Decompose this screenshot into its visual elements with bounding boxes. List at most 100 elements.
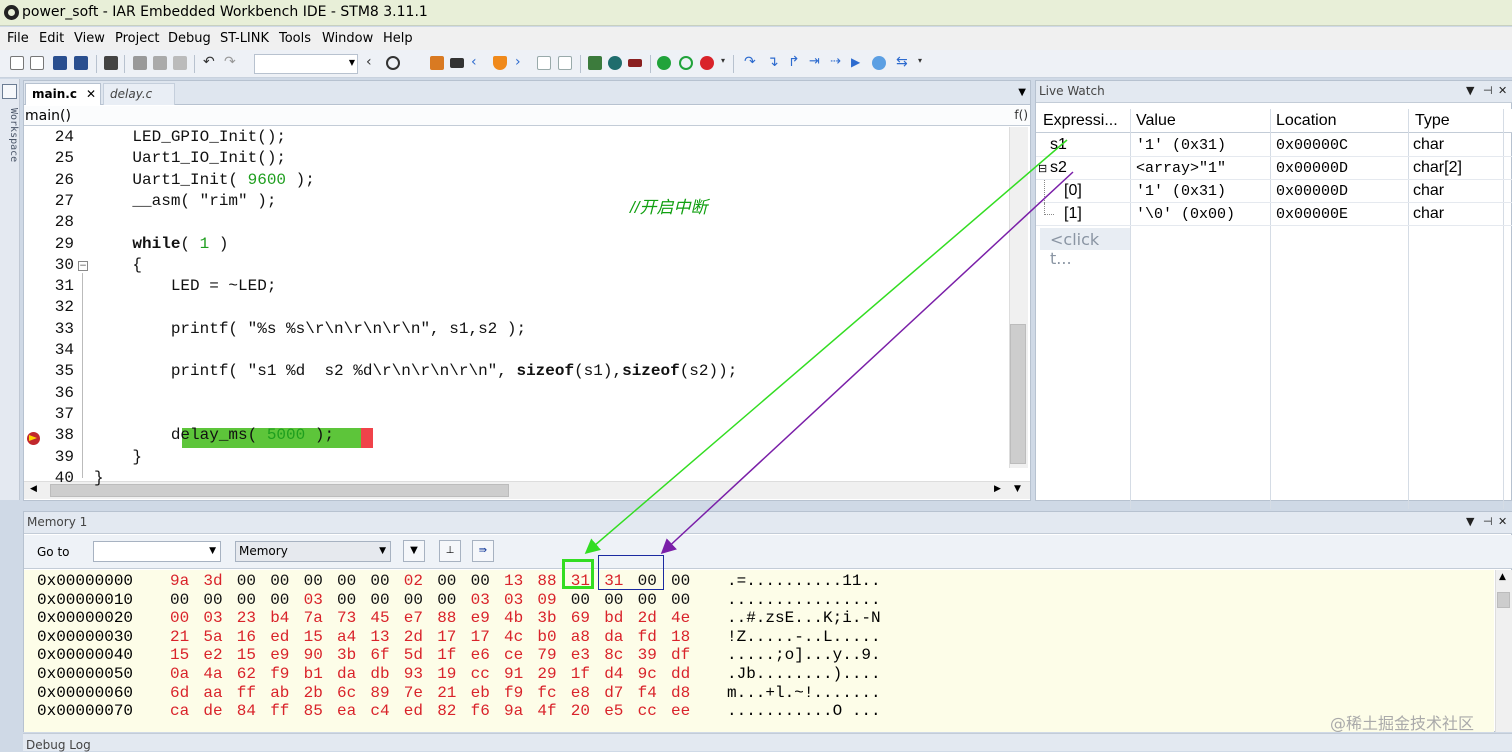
memory-byte[interactable]: e5 [604, 702, 626, 720]
memory-byte[interactable]: da [604, 628, 626, 646]
memory-byte[interactable]: 3b [337, 646, 359, 664]
go-icon[interactable]: ▶ [851, 56, 865, 70]
memory-byte[interactable]: 17 [471, 628, 493, 646]
memory-byte[interactable]: 23 [237, 609, 259, 627]
memory-byte[interactable]: f4 [638, 684, 660, 702]
stop-icon[interactable] [700, 56, 714, 70]
memory-row[interactable]: 0x00000040 15 e2 15 e9 90 3b 6f 5d 1f e6 ce 79 e3 8c 39… [24, 646, 1024, 664]
memory-byte[interactable]: e3 [571, 646, 593, 664]
memory-byte[interactable]: de [203, 702, 225, 720]
step-over-icon[interactable]: ↷ [744, 55, 758, 70]
memory-byte[interactable]: d7 [604, 684, 626, 702]
memory-byte[interactable]: 00 [337, 591, 359, 609]
fold-toggle-icon[interactable]: − [78, 261, 88, 271]
debug-icon[interactable] [588, 56, 602, 70]
memory-byte[interactable]: 00 [437, 572, 459, 590]
memory-byte[interactable]: b4 [270, 609, 292, 627]
workspace-tab-label[interactable]: Workspace [1, 108, 19, 188]
memory-byte[interactable]: 29 [537, 665, 559, 683]
memory-byte[interactable]: 02 [404, 572, 426, 590]
memory-byte[interactable]: 13 [370, 628, 392, 646]
memory-byte[interactable]: 62 [237, 665, 259, 683]
memory-byte[interactable]: 15 [170, 646, 192, 664]
memory-row[interactable]: 0x00000050 0a 4a 62 f9 b1 da db 93 19 cc 91 29 1f d4 9c… [24, 665, 1024, 683]
breakpoint-current-icon[interactable] [27, 432, 40, 445]
memory-byte[interactable]: 6d [170, 684, 192, 702]
debug-without-download-icon[interactable] [608, 56, 622, 70]
memory-byte[interactable]: bd [604, 609, 626, 627]
memory-byte[interactable]: ee [671, 702, 693, 720]
editor-vscroll-thumb[interactable] [1010, 324, 1026, 464]
memory-byte[interactable]: 90 [304, 646, 326, 664]
tab-main-c[interactable]: main.c ✕ [25, 83, 101, 105]
memory-byte[interactable]: d8 [671, 684, 693, 702]
code-line[interactable]: } [94, 469, 104, 487]
memory-row[interactable]: 0x00000070 ca de 84 ff 85 ea c4 ed 82 f6 9a 4f 20 e5 cc… [24, 702, 1024, 720]
memory-save-icon[interactable]: ⇛ [472, 540, 494, 562]
save-icon[interactable] [53, 56, 67, 70]
memory-byte[interactable]: ed [404, 702, 426, 720]
memory-byte[interactable]: 00 [638, 591, 660, 609]
col-location[interactable]: Location [1276, 112, 1337, 130]
memory-byte[interactable]: f9 [504, 684, 526, 702]
memory-byte[interactable]: 85 [304, 702, 326, 720]
memory-byte[interactable]: 17 [437, 628, 459, 646]
memory-byte[interactable]: 13 [504, 572, 526, 590]
scroll-down-icon[interactable]: ▼ [1014, 484, 1021, 494]
memory-row[interactable]: 0x00000060 6d aa ff ab 2b 6c 89 7e 21 eb f9 fc e8 d7 f4… [24, 684, 1024, 702]
copy-icon[interactable] [153, 56, 167, 70]
menu-edit[interactable]: Edit [39, 31, 64, 46]
memory-byte[interactable]: 88 [537, 572, 559, 590]
memory-byte[interactable]: 00 [437, 591, 459, 609]
memory-byte[interactable]: 00 [370, 572, 392, 590]
find-icon[interactable] [386, 56, 400, 70]
run-green-icon[interactable] [657, 56, 671, 70]
code-line[interactable]: Uart1_Init( 9600 ); [94, 171, 314, 189]
memory-byte[interactable]: ab [270, 684, 292, 702]
print-icon[interactable] [104, 56, 118, 70]
watch-row[interactable]: [0] '1' (0x31) 0x00000D char [1036, 180, 1512, 203]
compile-icon[interactable] [537, 56, 551, 70]
col-type[interactable]: Type [1415, 112, 1450, 130]
memory-byte[interactable]: 2d [404, 628, 426, 646]
watch-row[interactable]: [1] '\0' (0x00) 0x00000E char [1036, 203, 1512, 226]
menu-debug[interactable]: Debug [168, 31, 211, 46]
memory-byte[interactable]: 6c [337, 684, 359, 702]
toggle-bookmark-icon[interactable] [430, 56, 444, 70]
memory-byte[interactable]: 82 [437, 702, 459, 720]
redo-icon[interactable]: ↷ [224, 55, 238, 70]
menu-view[interactable]: View [74, 31, 105, 46]
memory-byte[interactable]: 91 [504, 665, 526, 683]
memory-byte[interactable]: ed [270, 628, 292, 646]
memory-byte[interactable]: 00 [170, 609, 192, 627]
tab-list-dropdown-icon[interactable]: ▼ [1018, 87, 1026, 98]
close-icon[interactable]: ✕ [86, 87, 96, 101]
memory-byte[interactable]: ce [504, 646, 526, 664]
col-value[interactable]: Value [1136, 112, 1176, 130]
memory-byte[interactable]: ff [270, 702, 292, 720]
memory-byte[interactable]: 45 [370, 609, 392, 627]
close-icon[interactable]: ✕ [1498, 84, 1507, 97]
step-into-icon[interactable]: ↴ [767, 55, 781, 70]
memory-row[interactable]: 0x00000000 9a 3d 00 00 00 00 00 02 00 00 13 88 31 31 00… [24, 572, 1024, 590]
memory-byte[interactable]: 16 [237, 628, 259, 646]
memory-byte[interactable]: 5a [203, 628, 225, 646]
memory-byte[interactable]: b0 [537, 628, 559, 646]
memory-byte[interactable]: 2b [304, 684, 326, 702]
prev-icon[interactable]: ‹ [471, 55, 485, 70]
goto-bookmark-icon[interactable] [450, 58, 464, 68]
toolbar-search-combo[interactable] [254, 54, 358, 74]
memory-zone-select[interactable]: Memory [235, 541, 391, 562]
memory-byte[interactable]: 88 [437, 609, 459, 627]
code-line[interactable]: Uart1_IO_Init(); [94, 149, 286, 167]
memory-byte[interactable]: 79 [537, 646, 559, 664]
memory-byte[interactable]: 00 [270, 591, 292, 609]
memory-byte[interactable]: 3d [203, 572, 225, 590]
memory-byte[interactable]: c4 [370, 702, 392, 720]
memory-row[interactable]: 0x00000020 00 03 23 b4 7a 73 45 e7 88 e9 4b 3b 69 bd 2d… [24, 609, 1024, 627]
undo-icon[interactable]: ↶ [203, 55, 217, 70]
memory-byte[interactable]: aa [203, 684, 225, 702]
memory-fill-icon[interactable]: ⊥ [439, 540, 461, 562]
watch-row[interactable]: ⊟ s2 <array>"1" 0x00000D char[2] [1036, 157, 1512, 180]
memory-byte[interactable]: e2 [203, 646, 225, 664]
